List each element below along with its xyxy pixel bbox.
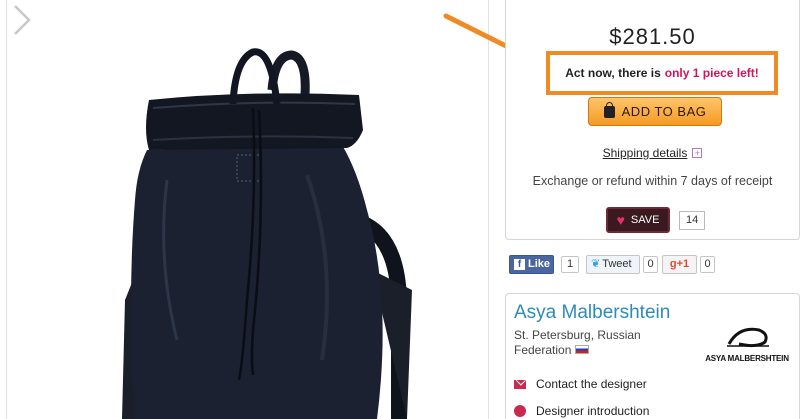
tweet-label: Tweet [602,258,632,270]
urgency-prefix: Act now, there is [565,66,661,80]
save-count-badge: 14 [679,211,706,230]
urgency-highlight: only 1 piece left! [664,66,759,80]
shipping-details-link[interactable]: Shipping details [603,146,688,160]
russia-flag-icon [575,345,590,354]
heart-icon: ♥ [616,212,625,228]
twitter-bird-icon: ❦ [591,258,601,270]
designer-introduction-link[interactable]: Designer introduction [514,404,649,418]
stock-urgency-notice: Act now, there is only 1 piece left! [546,51,778,95]
designer-logo[interactable]: ASYA MALBERSHTEIN [699,318,795,388]
like-count: 1 [561,256,579,273]
designer-introduction-label: Designer introduction [536,404,650,418]
expand-plus-icon[interactable]: + [692,148,703,158]
purchase-box: $281.50 Act now, there is only 1 piece l… [505,0,800,240]
product-price: $281.50 [609,24,696,49]
shopping-bag-icon [603,101,615,118]
designer-box: Asya Malbershtein St. Petersburg, Russia… [505,293,800,419]
like-label: Like [528,258,551,270]
facebook-like-button[interactable]: f Like [509,255,554,274]
info-icon [514,405,526,417]
product-image [122,48,412,419]
envelope-icon [514,380,526,389]
add-to-bag-button[interactable]: ADD TO BAG [588,97,722,126]
designer-logo-text: ASYA MALBERSHTEIN [705,354,789,363]
designer-logo-mark-icon [727,327,769,348]
tweet-button[interactable]: ❦ Tweet [586,255,640,274]
designer-name-link[interactable]: Asya Malbershtein [514,302,670,324]
contact-designer-label: Contact the designer [536,377,647,391]
add-to-bag-label: ADD TO BAG [621,104,707,119]
save-label: SAVE [630,214,660,226]
contact-designer-link[interactable]: Contact the designer [514,377,647,391]
next-image-arrow-icon[interactable] [7,0,35,40]
save-button[interactable]: ♥ SAVE [606,207,670,233]
gplus-count: 0 [700,256,715,273]
tweet-count: 0 [643,256,658,273]
google-plus-button[interactable]: g+1 [662,255,697,274]
designer-location: St. Petersburg, Russian Federation [514,328,664,358]
product-image-panel [6,0,489,419]
shipping-details-row: Shipping details + [506,146,799,160]
facebook-icon: f [514,259,525,270]
exchange-policy-text: Exchange or refund within 7 days of rece… [532,174,773,188]
